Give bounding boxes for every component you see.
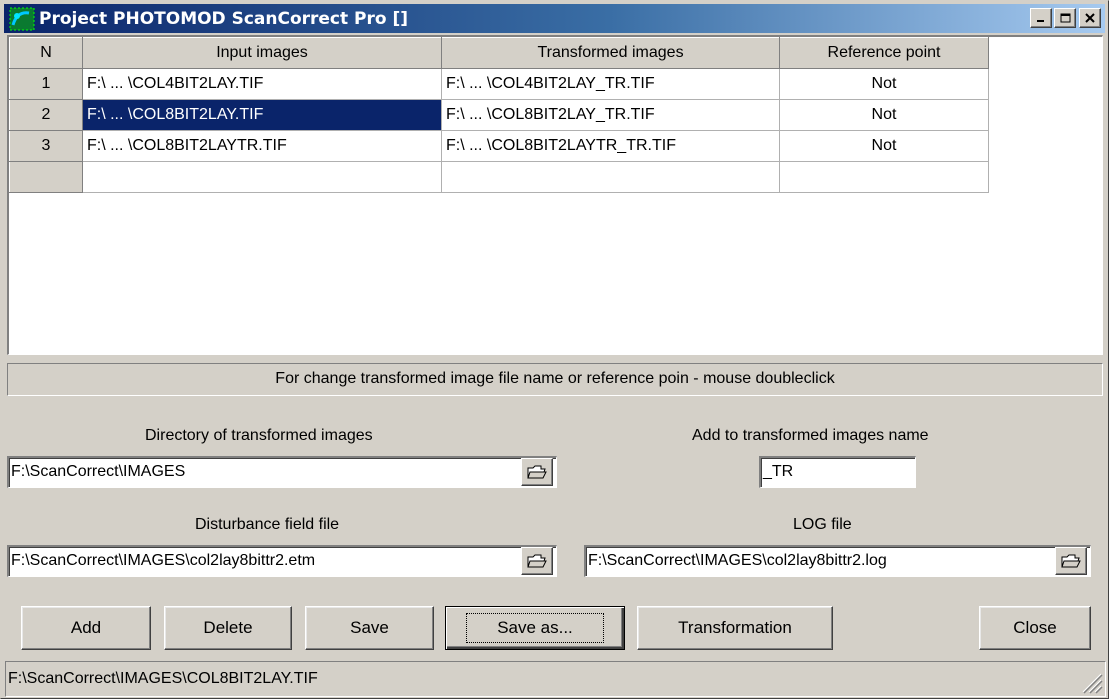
transformed-dir-field[interactable]: F:\ScanCorrect\IMAGES: [7, 456, 557, 488]
maximize-button[interactable]: [1054, 8, 1076, 28]
status-bar: F:\ScanCorrect\IMAGES\COL8BIT2LAY.TIF: [5, 661, 1106, 697]
column-header-transformed[interactable]: Transformed images: [441, 37, 780, 69]
hint-panel: For change transformed image file name o…: [7, 363, 1103, 396]
minimize-icon: [1037, 20, 1044, 22]
folder-open-icon: [1061, 554, 1081, 568]
transformed-image-cell[interactable]: F:\ ... \COL4BIT2LAY_TR.TIF: [441, 68, 780, 100]
minimize-button[interactable]: [1030, 8, 1052, 28]
reference-point-cell[interactable]: [779, 161, 989, 193]
reference-point-cell[interactable]: Not: [779, 99, 989, 131]
input-image-cell-selected[interactable]: F:\ ... \COL8BIT2LAY.TIF: [82, 99, 442, 131]
table-row[interactable]: [9, 161, 989, 193]
reference-point-cell[interactable]: Not: [779, 130, 989, 162]
resize-grip-icon[interactable]: [1075, 666, 1103, 694]
status-text: F:\ScanCorrect\IMAGES\COL8BIT2LAY.TIF: [8, 670, 318, 687]
table-header-row: N Input images Transformed images Refere…: [9, 37, 989, 69]
save-as-label: Save as...: [466, 613, 604, 643]
title-bar[interactable]: Project PHOTOMOD ScanCorrect Pro []: [4, 4, 1105, 33]
suffix-field[interactable]: _TR: [759, 456, 916, 488]
column-header-input[interactable]: Input images: [82, 37, 442, 69]
close-window-button[interactable]: [1079, 8, 1101, 28]
row-number[interactable]: 1: [9, 68, 83, 100]
table-row[interactable]: 2 F:\ ... \COL8BIT2LAY.TIF F:\ ... \COL8…: [9, 99, 989, 131]
close-button[interactable]: Close: [979, 606, 1091, 650]
transformed-dir-label: Directory of transformed images: [145, 427, 373, 444]
table-row[interactable]: 3 F:\ ... \COL8BIT2LAYTR.TIF F:\ ... \CO…: [9, 130, 989, 162]
transformed-image-cell[interactable]: F:\ ... \COL8BIT2LAY_TR.TIF: [441, 99, 780, 131]
window-title: Project PHOTOMOD ScanCorrect Pro []: [39, 8, 409, 29]
column-header-reference[interactable]: Reference point: [779, 37, 989, 69]
row-number[interactable]: 3: [9, 130, 83, 162]
transformed-dir-browse-button[interactable]: [521, 458, 553, 486]
images-table: N Input images Transformed images Refere…: [9, 37, 989, 193]
table-row[interactable]: 1 F:\ ... \COL4BIT2LAY.TIF F:\ ... \COL4…: [9, 68, 989, 100]
input-image-cell[interactable]: F:\ ... \COL8BIT2LAYTR.TIF: [82, 130, 442, 162]
disturbance-field[interactable]: F:\ScanCorrect\IMAGES\col2lay8bittr2.etm: [7, 545, 557, 577]
log-browse-button[interactable]: [1055, 547, 1087, 575]
suffix-label: Add to transformed images name: [692, 427, 929, 444]
log-field[interactable]: F:\ScanCorrect\IMAGES\col2lay8bittr2.log: [584, 545, 1091, 577]
column-header-n[interactable]: N: [9, 37, 83, 69]
images-grid[interactable]: N Input images Transformed images Refere…: [7, 35, 1103, 355]
transformation-button[interactable]: Transformation: [637, 606, 833, 650]
transformed-image-cell[interactable]: F:\ ... \COL8BIT2LAYTR_TR.TIF: [441, 130, 780, 162]
folder-open-icon: [527, 465, 547, 479]
add-button[interactable]: Add: [21, 606, 151, 650]
row-number[interactable]: [9, 161, 83, 193]
folder-open-icon: [527, 554, 547, 568]
delete-button[interactable]: Delete: [164, 606, 292, 650]
disturbance-browse-button[interactable]: [521, 547, 553, 575]
save-button[interactable]: Save: [305, 606, 434, 650]
maximize-icon: [1060, 13, 1070, 23]
input-image-cell[interactable]: F:\ ... \COL4BIT2LAY.TIF: [82, 68, 442, 100]
reference-point-cell[interactable]: Not: [779, 68, 989, 100]
row-number[interactable]: 2: [9, 99, 83, 131]
main-window: Project PHOTOMOD ScanCorrect Pro [] N In…: [0, 0, 1109, 699]
transformed-image-cell[interactable]: [441, 161, 780, 193]
input-image-cell[interactable]: [82, 161, 442, 193]
log-label: LOG file: [793, 516, 852, 533]
close-icon: [1085, 13, 1095, 23]
photomod-app-icon[interactable]: [9, 7, 35, 31]
disturbance-label: Disturbance field file: [195, 516, 340, 533]
save-as-button[interactable]: Save as...: [445, 606, 625, 650]
